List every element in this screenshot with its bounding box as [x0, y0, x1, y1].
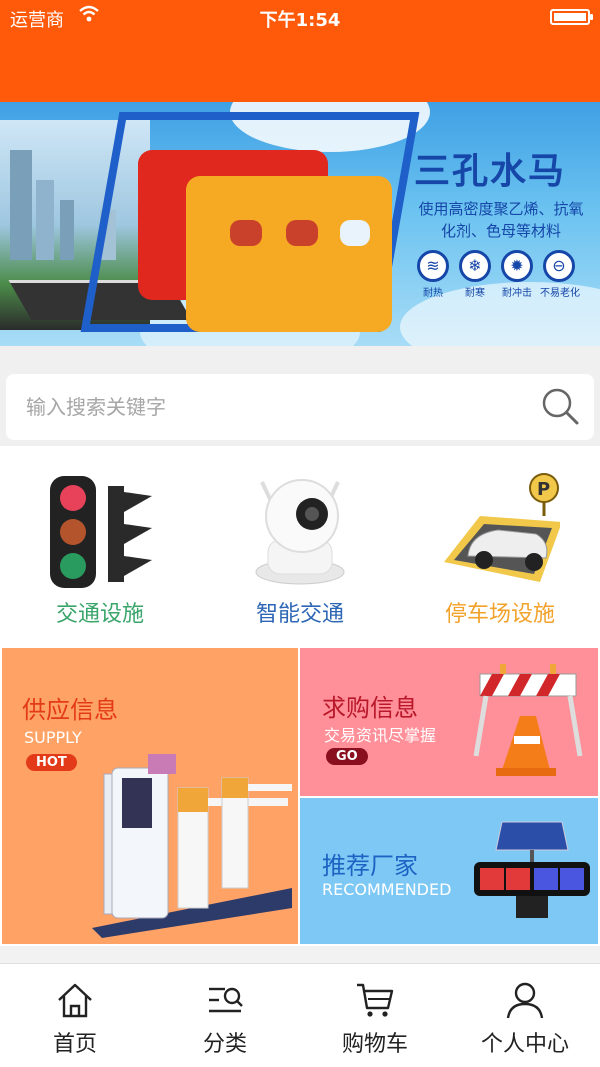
category-label: 交通设施: [55, 602, 144, 627]
snowflake-icon: ❄: [459, 250, 491, 282]
search-box[interactable]: [6, 374, 594, 440]
supply-info-card[interactable]: 供应信息 SUPPLY HOT: [2, 648, 298, 944]
tab-label: 首页: [52, 1032, 97, 1057]
status-time: 下午1:54: [259, 10, 341, 31]
tab-label: 分类: [202, 1032, 247, 1057]
category-label: 智能交通: [255, 602, 344, 627]
category-traffic-facilities[interactable]: 交通设施: [0, 446, 200, 646]
impact-icon: ✹: [501, 250, 533, 282]
promo-banner[interactable]: 三孔水马 使用高密度聚乙烯、抗氧化剂、色母等材料 ≋ 耐热 ❄ 耐寒 ✹ 耐冲击…: [0, 102, 600, 346]
cold-resistant-feature: ❄ 耐寒: [456, 250, 494, 299]
home-icon: [58, 983, 92, 1018]
app-header: 运营商 下午1:54: [0, 0, 600, 102]
tab-category[interactable]: 分类: [150, 964, 300, 1067]
category-search-icon: [209, 987, 243, 1013]
anti-aging-icon: ⊖: [543, 250, 575, 282]
parking-gate-image: [92, 754, 292, 938]
feature-label: 耐冲击: [502, 288, 532, 299]
orange-water-barrier-image: [186, 176, 392, 332]
feature-label: 不易老化: [540, 288, 580, 299]
search-icon[interactable]: [540, 386, 580, 426]
category-parking-facilities[interactable]: P 停车场设施: [400, 446, 600, 646]
go-badge: GO: [326, 748, 368, 765]
category-smart-traffic[interactable]: 智能交通: [200, 446, 400, 646]
banner-title: 三孔水马: [414, 151, 567, 192]
tab-label: 个人中心: [480, 1032, 569, 1057]
recommend-subtitle: RECOMMENDED: [322, 880, 452, 899]
promo-grid: 供应信息 SUPPLY HOT 求购信息 交易资讯尽掌握 GO 推荐厂家 REC…: [0, 646, 600, 946]
traffic-light-icon: [50, 476, 152, 588]
anti-aging-feature: ⊖ 不易老化: [540, 250, 580, 299]
recommended-manufacturer-card[interactable]: 推荐厂家 RECOMMENDED: [300, 798, 598, 944]
recommend-title: 推荐厂家: [322, 852, 418, 880]
feature-label: 耐热: [423, 288, 443, 299]
feature-label: 耐寒: [465, 288, 485, 299]
svg-text:P: P: [537, 479, 550, 500]
supply-title: 供应信息: [22, 696, 118, 724]
search-input[interactable]: [26, 392, 506, 422]
tab-home[interactable]: 首页: [0, 964, 150, 1067]
battery-icon: [550, 9, 593, 25]
tab-cart[interactable]: 购物车: [300, 964, 450, 1067]
heat-resistant-feature: ≋ 耐热: [414, 250, 452, 299]
demand-info-card[interactable]: 求购信息 交易资讯尽掌握 GO: [300, 648, 598, 796]
tab-profile[interactable]: 个人中心: [450, 964, 600, 1067]
parking-car-icon: P: [444, 473, 560, 582]
supply-subtitle: SUPPLY: [24, 728, 82, 747]
hot-badge: HOT: [26, 754, 77, 771]
cart-icon: [357, 983, 394, 1017]
demand-subtitle: 交易资讯尽掌握: [324, 726, 437, 745]
category-label: 停车场设施: [444, 602, 555, 627]
demand-title: 求购信息: [322, 694, 418, 722]
heat-icon: ≋: [417, 250, 449, 282]
banner-subtitle: 使用高密度聚乙烯、抗氧化剂、色母等材料: [418, 200, 584, 240]
search-section: [0, 346, 600, 446]
bottom-tab-bar: 首页 分类 购物车 个人中心: [0, 963, 600, 1067]
camera-icon: [255, 479, 345, 585]
impact-resistant-feature: ✹ 耐冲击: [498, 250, 536, 299]
solar-warning-light-image: [474, 821, 590, 918]
user-icon: [506, 982, 544, 1019]
status-bar: 运营商 下午1:54: [0, 0, 600, 34]
tab-label: 购物车: [341, 1032, 408, 1057]
category-shortcuts: 交通设施 智能交通 P 停车场设施: [0, 446, 600, 646]
road-barricade-image: [473, 664, 583, 776]
